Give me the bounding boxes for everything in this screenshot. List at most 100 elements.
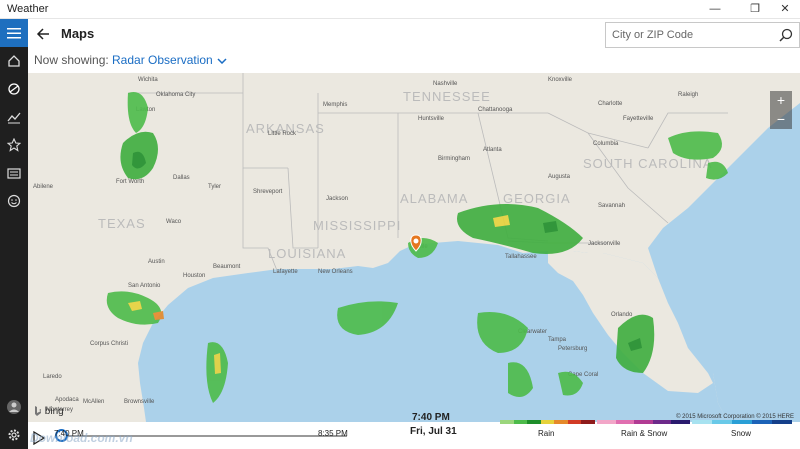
city-label: Lafayette [273,269,298,275]
legend-swatch [671,420,690,424]
state-label-alabama: ALABAMA [400,191,468,206]
search-icon[interactable] [779,28,793,42]
city-label: Chattanooga [478,107,513,113]
zoom-out-button[interactable]: − [770,110,792,129]
city-label: Corpus Christi [90,341,128,347]
city-label: Nashville [433,81,458,87]
settings-button[interactable] [0,421,28,449]
current-date: Fri, Jul 31 [410,426,457,437]
legend-swatch [581,420,596,424]
city-label: New Orleans [318,269,353,275]
map-canvas: TENNESSEE ARKANSAS ALABAMA GEORGIA SOUTH… [28,73,800,422]
minimize-button[interactable]: — [700,0,730,19]
nav-forecast[interactable] [0,47,28,75]
legend-swatch [597,420,616,424]
watermark: Download.com.vn [30,431,133,445]
city-label: San Antonio [128,283,161,289]
city-label: Columbia [593,141,619,147]
city-label: Savannah [598,203,625,209]
city-label: Jackson [326,196,348,202]
city-label: Waco [166,219,182,225]
state-label-mississippi: MISSISSIPPI [313,218,401,233]
city-label: Birmingham [438,156,470,162]
state-label-louisiana: LOUISIANA [268,246,346,261]
legend-swatch [732,420,752,424]
legend-swatch [540,420,555,424]
nav-news[interactable] [0,159,28,187]
page-title: Maps [61,26,95,41]
legend-swatch [500,420,514,424]
bing-logo: bing [34,406,64,417]
city-label: Dallas [173,175,190,181]
legend-swatch [752,420,772,424]
state-label-georgia: GEORGIA [503,191,571,206]
city-label: Charlotte [598,101,623,107]
city-label: Shreveport [253,189,283,195]
menu-icon [7,28,21,39]
city-label: Tampa [548,337,567,343]
city-label: Laredo [43,374,62,380]
nav-maps[interactable] [0,75,28,103]
legend-rain-bar [500,420,596,424]
legend-swatch [513,420,528,424]
account-icon [7,400,21,414]
city-label: Atlanta [483,147,502,153]
legend-swatch [652,420,672,424]
legend-snow-label: Snow [731,429,752,438]
search-placeholder: City or ZIP Code [612,29,694,41]
legend-swatch [772,420,792,424]
city-label: Tyler [208,184,221,190]
home-icon [8,55,20,67]
window-title: Weather [7,3,49,15]
city-label: Houston [183,273,205,279]
maximize-button[interactable]: ❐ [740,0,770,19]
menu-button[interactable] [0,19,28,47]
city-label: Abilene [33,184,54,190]
legend-swatch [634,420,653,424]
city-label: Jacksonville [588,241,621,247]
nav-historical[interactable] [0,103,28,131]
legend-swatch [567,420,582,424]
city-label: Orlando [611,312,633,318]
main-content: Maps City or ZIP Code Now showing: Radar… [28,19,800,449]
legend-snow-bar [692,420,792,424]
header: Maps City or ZIP Code [28,19,800,49]
bing-icon [35,406,41,417]
city-label: Oklahoma City [156,92,195,98]
chevron-down-icon [217,58,227,64]
account-button[interactable] [0,393,28,421]
maps-icon [8,83,20,95]
city-label: Augusta [548,174,571,180]
back-arrow-icon[interactable] [34,24,54,44]
bing-label: bing [44,406,64,417]
layer-value: Radar Observation [112,53,213,67]
end-time: 8:35 PM [318,429,348,438]
gear-icon [8,429,20,441]
nav-places[interactable] [0,131,28,159]
city-label: Fort Worth [116,179,144,185]
close-button[interactable]: ✕ [770,0,800,19]
city-label: Fayetteville [623,116,654,122]
layer-dropdown[interactable]: Radar Observation [112,53,227,67]
city-label: Memphis [323,102,347,108]
city-label: Austin [148,259,165,265]
legend-rain-snow-label: Rain & Snow [621,429,668,438]
radar-map[interactable]: TENNESSEE ARKANSAS ALABAMA GEORGIA SOUTH… [28,73,800,422]
zoom-control: + − [770,91,792,129]
legend-swatch [692,420,712,424]
state-label-texas: TEXAS [98,216,146,231]
city-label: Petersburg [558,346,587,352]
historical-icon [7,112,21,124]
city-label: Brownsville [124,399,155,405]
news-icon [7,168,21,179]
city-label: Wichita [138,77,158,83]
feedback-icon [7,194,21,208]
legend-swatch [615,420,635,424]
title-bar: Weather — ❐ ✕ [0,0,800,19]
search-box[interactable]: City or ZIP Code [605,22,800,48]
city-label: Raleigh [678,92,698,98]
city-label: Knoxville [548,77,573,83]
city-label: Tallahassee [505,254,537,260]
nav-feedback[interactable] [0,187,28,215]
zoom-in-button[interactable]: + [770,91,792,110]
